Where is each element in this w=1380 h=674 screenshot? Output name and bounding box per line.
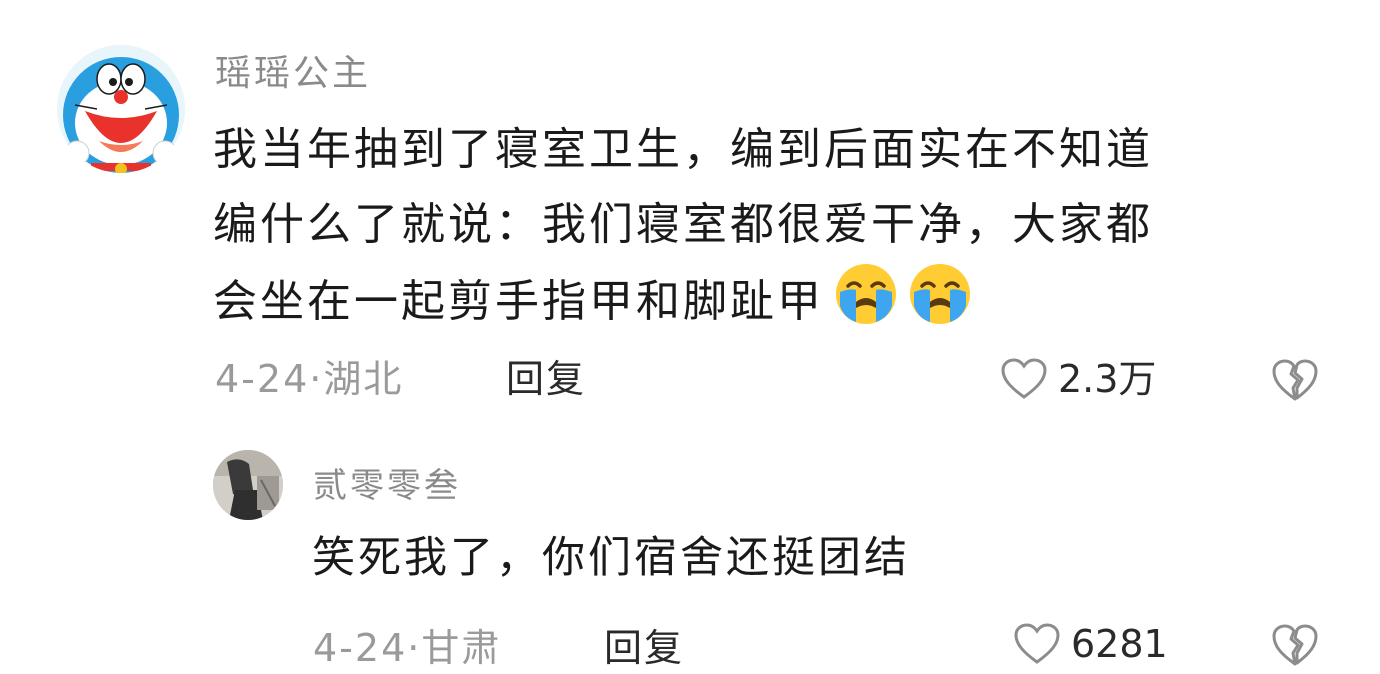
- reply-avatar[interactable]: [213, 450, 283, 520]
- broken-heart-icon: [1272, 359, 1318, 401]
- reply-text: 笑死我了，你们宿舍还挺团结: [312, 533, 910, 583]
- comment-thread: 瑶瑶公主 我当年抽到了寝室卫生，编到后面实在不知道 编什么了就说：我们寝室都很爱…: [0, 0, 1380, 674]
- comment-text-line-content: 会坐在一起剪手指甲和脚趾甲: [213, 276, 824, 327]
- like-button[interactable]: 2.3万: [1000, 357, 1156, 401]
- broken-heart-icon: [1272, 624, 1318, 666]
- comment-text-line: 编什么了就说：我们寝室都很爱干净，大家都: [213, 199, 1153, 250]
- reply-reply-button[interactable]: 回复: [604, 626, 684, 670]
- comment-username[interactable]: 瑶瑶公主: [215, 54, 371, 94]
- crying-face-icon: [908, 262, 972, 326]
- doraemon-avatar-icon: [57, 45, 185, 173]
- reply-button[interactable]: 回复: [506, 357, 586, 401]
- comment-text: 我当年抽到了寝室卫生，编到后面实在不知道 编什么了就说：我们寝室都很爱干净，大家…: [213, 112, 1153, 337]
- crying-face-icon: [834, 262, 898, 326]
- comment-date-location: 4-24·湖北: [215, 357, 404, 401]
- reply-username[interactable]: 贰零零叁: [313, 466, 461, 506]
- comment-text-line: 会坐在一起剪手指甲和脚趾甲: [213, 262, 1153, 337]
- heart-icon: [1001, 358, 1047, 399]
- reply-dislike-button[interactable]: [1271, 622, 1319, 668]
- like-count: 2.3万: [1058, 357, 1157, 401]
- comment-text-line: 我当年抽到了寝室卫生，编到后面实在不知道: [213, 124, 1153, 175]
- heart-icon: [1014, 623, 1060, 664]
- avatar[interactable]: [57, 45, 185, 173]
- reply-like-button[interactable]: 6281: [1013, 622, 1168, 666]
- dislike-button[interactable]: [1271, 357, 1319, 403]
- reply-date-location: 4-24·甘肃: [313, 626, 502, 670]
- photo-avatar-icon: [213, 450, 283, 520]
- reply-like-count: 6281: [1071, 622, 1168, 666]
